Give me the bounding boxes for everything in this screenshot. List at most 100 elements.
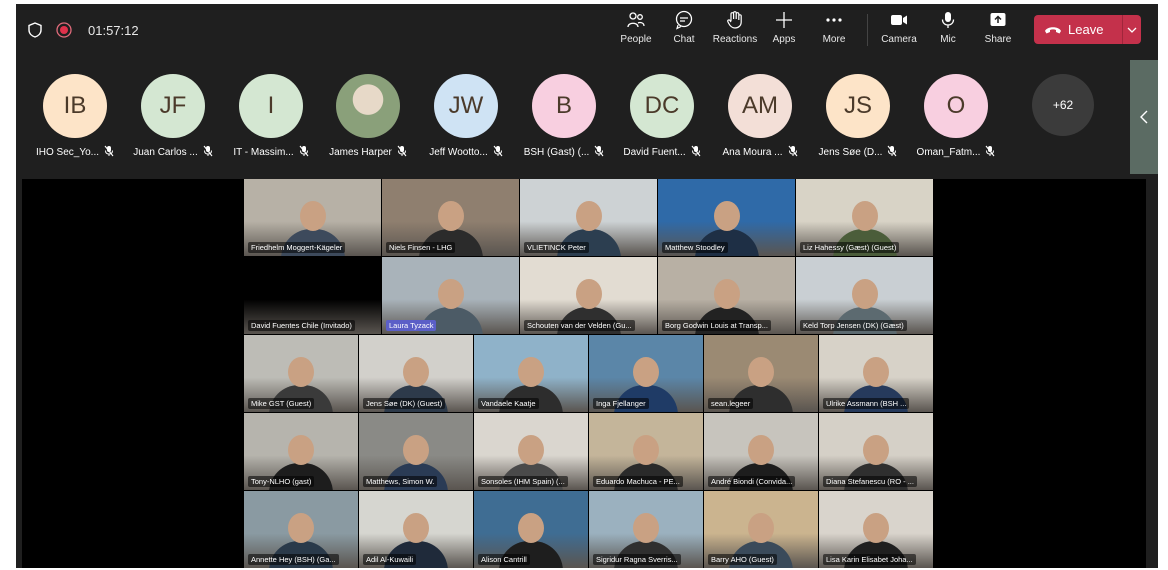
participant-name: David Fuent... <box>623 147 686 158</box>
video-tile[interactable]: Sonsoles (IHM Spain) (... <box>474 413 588 490</box>
video-tile[interactable]: Vandaele Kaatje <box>474 335 588 412</box>
leave-main[interactable]: Leave <box>1034 15 1122 44</box>
video-tile-name: sean.legeer <box>708 398 754 409</box>
mic-off-icon <box>99 145 114 160</box>
video-tile[interactable]: Borg Godwin Louis at Transp... <box>658 257 795 334</box>
video-tile-name: Vandaele Kaatje <box>478 398 539 409</box>
video-tile[interactable]: Matthews, Simon W. <box>359 413 473 490</box>
shield-icon[interactable] <box>28 4 42 56</box>
video-tile[interactable]: Diana Stefanescu (RO - ... <box>819 413 933 490</box>
more-icon <box>826 18 842 22</box>
share-icon <box>990 13 1006 26</box>
video-tile[interactable]: Adil Al-Kuwaili <box>359 491 473 568</box>
video-tile[interactable]: Lisa Karin Elisabet Joha... <box>819 491 933 568</box>
video-tile[interactable]: André Biondi (Convida... <box>704 413 818 490</box>
participant-avatar-item[interactable]: AM Ana Moura ... <box>710 74 810 160</box>
video-tile[interactable]: Alison Cantrill <box>474 491 588 568</box>
video-tile-name: Matthews, Simon W. <box>363 476 438 487</box>
participant-avatar-item[interactable]: James Harper <box>318 74 418 160</box>
participant-name: Ana Moura ... <box>722 147 783 158</box>
participant-name: James Harper <box>329 147 392 158</box>
video-tile[interactable]: Tony-NLHO (gast) <box>244 413 358 490</box>
video-tile[interactable]: Friedhelm Moggert-Kägeler <box>244 179 381 256</box>
reactions-button[interactable]: Reactions <box>711 10 759 54</box>
video-tile-name: Friedhelm Moggert-Kägeler <box>248 242 346 253</box>
video-tile[interactable]: Matthew Stoodley <box>658 179 795 256</box>
video-tile[interactable]: Sigridur Ragna Sverris... <box>589 491 703 568</box>
participant-name-row: Oman_Fatm... <box>906 145 1006 160</box>
mic-off-icon <box>589 145 604 160</box>
participant-name: IHO Sec_Yo... <box>36 147 99 158</box>
participant-avatar-item[interactable]: B BSH (Gast) (... <box>514 74 614 160</box>
participant-avatar-item[interactable]: JW Jeff Wootto... <box>416 74 516 160</box>
participant-avatar-item[interactable]: IB IHO Sec_Yo... <box>25 74 125 160</box>
mic-off-icon <box>686 145 701 160</box>
video-tile[interactable]: Mike GST (Guest) <box>244 335 358 412</box>
chevron-down-icon <box>1127 27 1137 33</box>
share-button[interactable]: Share <box>980 10 1016 54</box>
participant-head <box>851 201 878 231</box>
meeting-timer: 01:57:12 <box>88 22 139 38</box>
video-tile[interactable]: Laura Tyzack <box>382 257 519 334</box>
video-tile[interactable]: Schouten van der Velden (Gu... <box>520 257 657 334</box>
participant-avatar-item[interactable]: JS Jens Søe (D... <box>808 74 908 160</box>
video-tile[interactable]: VLIETINCK Peter <box>520 179 657 256</box>
video-tile-name: Keld Torp Jensen (DK) (Gæst) <box>800 320 907 331</box>
raise-hand-icon <box>727 11 742 29</box>
participant-head <box>748 357 774 387</box>
participant-avatar-item[interactable]: O Oman_Fatm... <box>906 74 1006 160</box>
video-tile[interactable]: David Fuentes Chile (Invitado) <box>244 257 381 334</box>
video-tile-name: Lisa Karin Elisabet Joha... <box>823 554 916 565</box>
participant-name: Jens Søe (D... <box>818 147 883 158</box>
participant-head <box>851 279 878 309</box>
people-button[interactable]: People <box>616 10 656 54</box>
participant-head <box>403 513 429 543</box>
leave-label: Leave <box>1068 22 1104 37</box>
participant-head <box>575 279 602 309</box>
video-tile[interactable]: sean.legeer <box>704 335 818 412</box>
participant-head <box>437 201 464 231</box>
video-tile-name: André Biondi (Convida... <box>708 476 796 487</box>
avatar: JW <box>434 74 498 138</box>
participant-name: Jeff Wootto... <box>429 147 488 158</box>
video-tile-name: Alison Cantrill <box>478 554 530 565</box>
camera-button[interactable]: Camera <box>878 10 920 54</box>
camera-label: Camera <box>881 34 917 45</box>
strip-scroll-button[interactable] <box>1130 60 1158 174</box>
video-tile-name: Borg Godwin Louis at Transp... <box>662 320 771 331</box>
participant-name: Juan Carlos ... <box>133 147 198 158</box>
participant-name-row: Jeff Wootto... <box>416 145 516 160</box>
video-tile[interactable]: Ulrike Assmann (BSH ... <box>819 335 933 412</box>
participant-avatar-item[interactable]: DC David Fuent... <box>612 74 712 160</box>
leave-options-button[interactable] <box>1123 15 1141 44</box>
video-tile[interactable]: Eduardo Machuca - PE... <box>589 413 703 490</box>
video-tile[interactable]: Barry AHO (Guest) <box>704 491 818 568</box>
participant-avatar-item[interactable]: I IT - Massim... <box>221 74 321 160</box>
video-tile[interactable]: Keld Torp Jensen (DK) (Gæst) <box>796 257 933 334</box>
video-tile[interactable]: Niels Finsen - LHG <box>382 179 519 256</box>
participant-head <box>518 357 544 387</box>
mic-off-icon <box>294 145 309 160</box>
avatar: JS <box>826 74 890 138</box>
video-tile[interactable]: Inga Fjellanger <box>589 335 703 412</box>
more-button[interactable]: More <box>816 10 852 54</box>
apps-label: Apps <box>772 34 796 45</box>
avatar: DC <box>630 74 694 138</box>
avatar <box>336 74 400 138</box>
chat-button[interactable]: Chat <box>666 10 702 54</box>
video-tile[interactable]: Annette Hey (BSH) (Ga... <box>244 491 358 568</box>
leave-button[interactable]: Leave <box>1034 15 1141 44</box>
video-tile-name: Annette Hey (BSH) (Ga... <box>248 554 339 565</box>
video-tile-name: Niels Finsen - LHG <box>386 242 456 253</box>
more-participants-button[interactable]: +62 <box>1032 74 1094 136</box>
mic-off-icon <box>783 145 798 160</box>
mic-button[interactable]: Mic <box>933 10 963 54</box>
video-gallery: Friedhelm Moggert-Kägeler Niels Finsen - … <box>22 179 1146 568</box>
video-tile[interactable]: Liz Hahessy (Gæst) (Guest) <box>796 179 933 256</box>
video-tile-name: Eduardo Machuca - PE... <box>593 476 683 487</box>
participant-head <box>633 513 659 543</box>
mic-off-icon <box>882 145 897 160</box>
video-tile[interactable]: Jens Søe (DK) (Guest) <box>359 335 473 412</box>
apps-button[interactable]: Apps <box>768 10 800 54</box>
participant-avatar-item[interactable]: JF Juan Carlos ... <box>123 74 223 160</box>
